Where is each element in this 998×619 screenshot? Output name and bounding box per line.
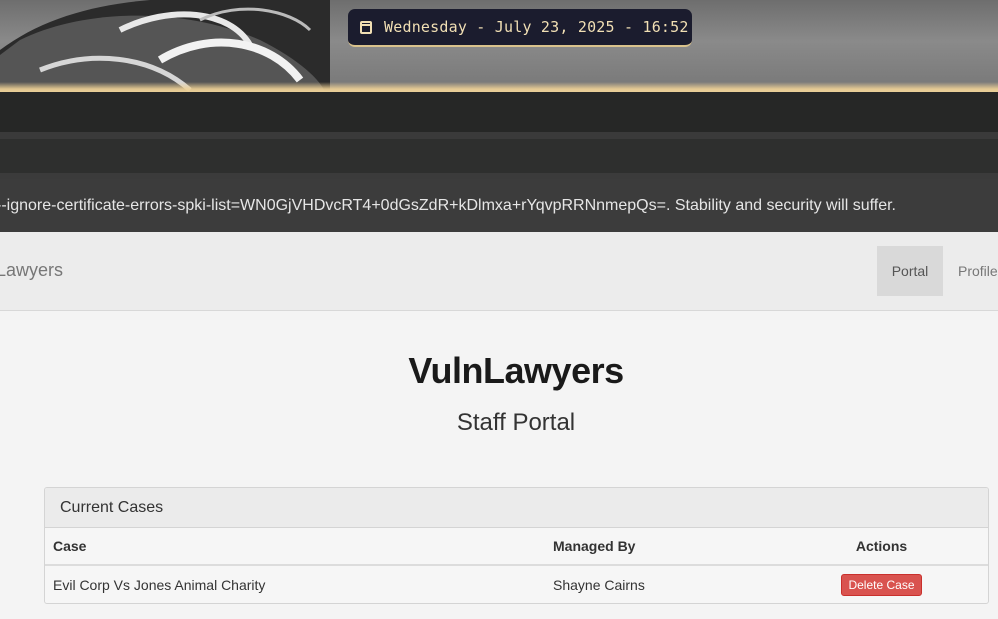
date-time-text: Wednesday - July 23, 2025 - 16:52 (384, 18, 689, 36)
site-navbar: Lawyers Portal Profile (0, 232, 998, 311)
column-header-actions: Actions (775, 528, 988, 566)
unsupported-flag-warning-bar: --ignore-certificate-errors-spki-list=WN… (0, 179, 998, 232)
actions-cell: Delete Case (775, 565, 988, 603)
browser-tab-bar (0, 92, 998, 132)
nav-item-portal[interactable]: Portal (877, 246, 943, 296)
page-title: VulnLawyers (408, 350, 624, 391)
date-time-widget[interactable]: Wednesday - July 23, 2025 - 16:52 (348, 9, 692, 47)
nav-item-profile[interactable]: Profile (958, 246, 998, 296)
delete-case-button[interactable]: Delete Case (841, 573, 922, 596)
page-subtitle: Staff Portal (456, 409, 576, 436)
current-cases-panel: Current Cases Case Managed By Actions Ev… (44, 487, 989, 604)
case-name-cell: Evil Corp Vs Jones Animal Charity (53, 576, 266, 593)
browser-divider (0, 132, 998, 139)
panel-heading: Current Cases (45, 488, 988, 528)
warning-text: --ignore-certificate-errors-spki-list=WN… (0, 196, 896, 214)
column-header-case: Case (45, 528, 545, 566)
browser-toolbar (0, 139, 998, 173)
table-row: Evil Corp Vs Jones Animal Charity Shayne… (45, 565, 988, 603)
header-glow (0, 82, 998, 92)
column-header-managed-by: Managed By (545, 528, 775, 566)
wallpaper-artwork (0, 0, 330, 92)
table-header-row: Case Managed By Actions (45, 528, 988, 566)
managed-by-cell: Shayne Cairns (553, 576, 645, 593)
cases-table: Case Managed By Actions Evil Corp Vs Jon… (45, 528, 988, 603)
navbar-brand[interactable]: Lawyers (0, 260, 63, 281)
web-page: Lawyers Portal Profile VulnLawyers Staff… (0, 232, 998, 619)
calendar-icon (360, 20, 372, 34)
desktop-top-bar: Wednesday - July 23, 2025 - 16:52 (0, 0, 998, 92)
